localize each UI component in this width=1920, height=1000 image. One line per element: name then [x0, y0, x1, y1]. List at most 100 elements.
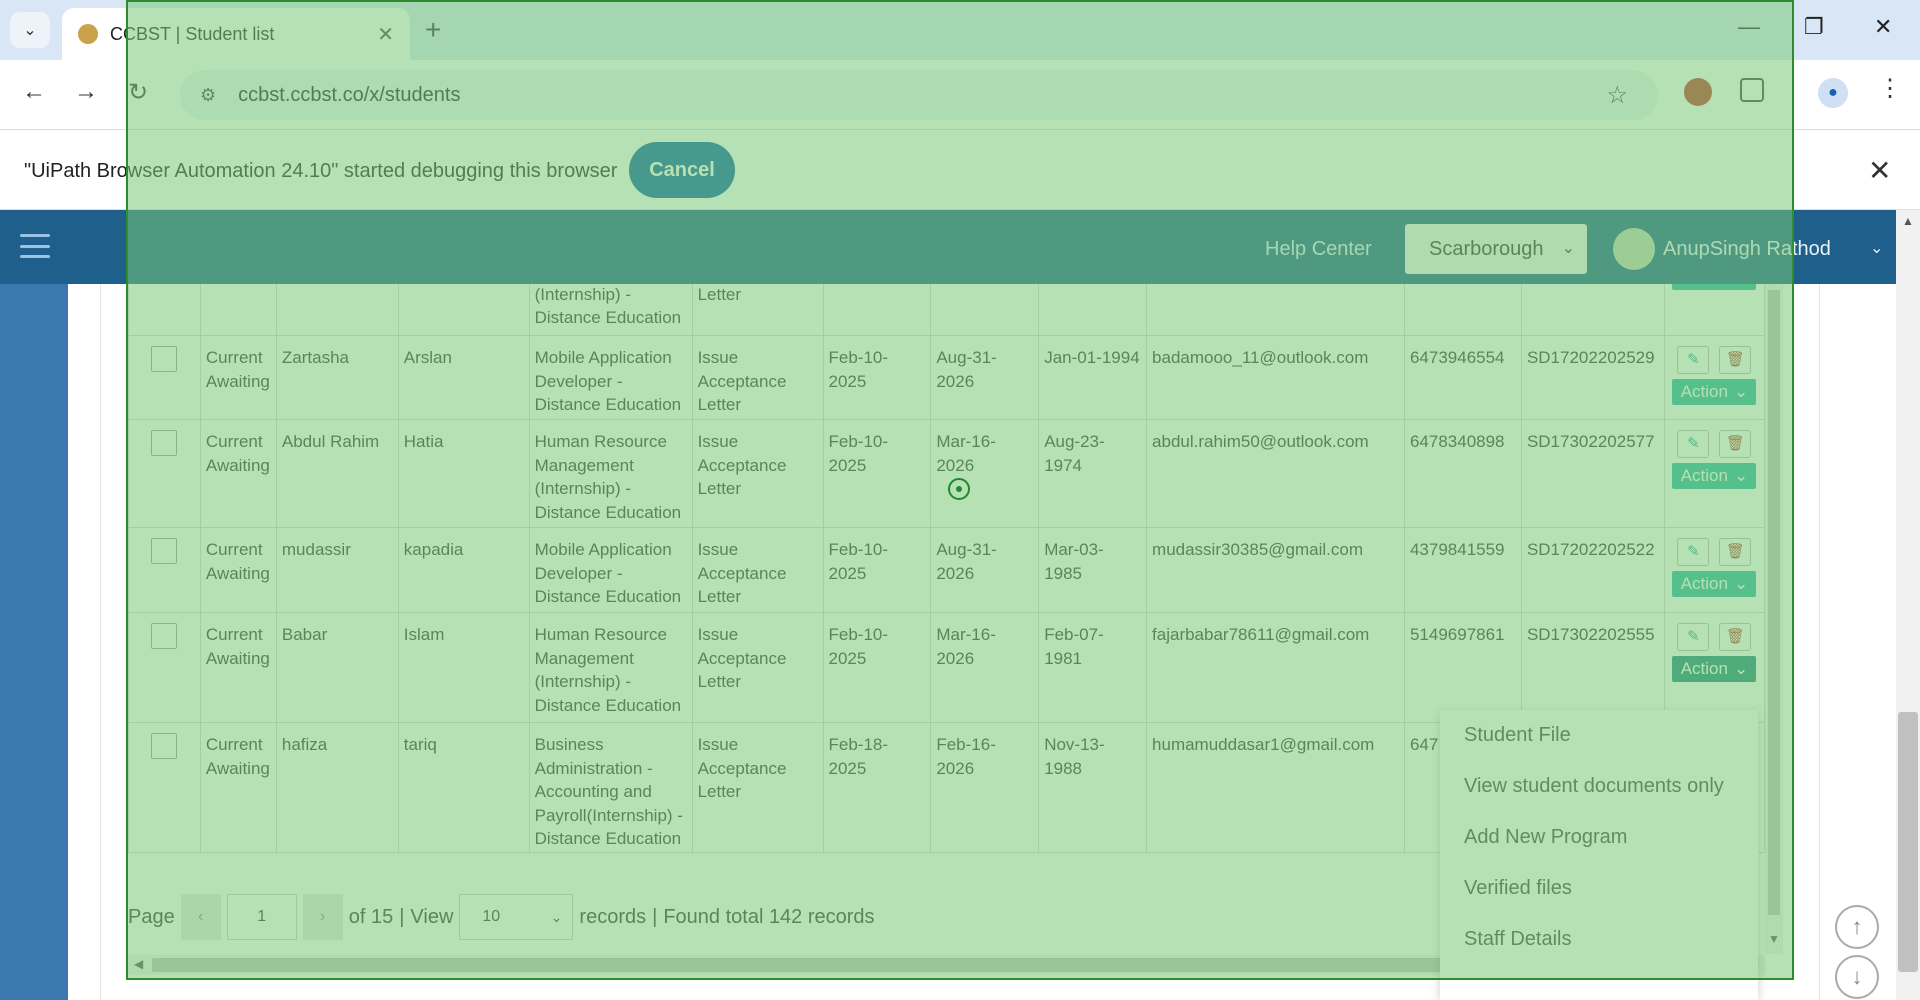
cell-email: badamooo_11@outlook.com [1146, 335, 1405, 420]
help-center-link[interactable]: Help Center [1265, 238, 1372, 261]
page-count: of 15 [348, 905, 394, 928]
target-crosshair-icon [948, 478, 970, 500]
cell-status: Current Awaiting [199, 722, 277, 853]
scroll-to-top-button[interactable]: ↑ [1835, 905, 1879, 949]
extension-stop-icon[interactable] [1684, 78, 1712, 106]
row-checkbox[interactable] [151, 623, 178, 649]
cell-start: Feb-10-2025 [822, 419, 932, 528]
user-name[interactable]: AnupSingh Rathod [1663, 238, 1831, 261]
cell-dob: Jan-01-1994 [1038, 335, 1148, 420]
table-vertical-scrollbar-thumb[interactable] [1768, 290, 1780, 915]
cell-start: Feb-10-2025 [822, 335, 932, 420]
reload-icon[interactable]: ↻ [128, 78, 148, 107]
back-icon[interactable]: ← [22, 78, 46, 106]
cell-email: fajarbabar78611@gmail.com [1146, 612, 1405, 723]
browser-tab[interactable]: CCBST | Student list ✕ [62, 8, 410, 60]
row-action-icons: ✎ 🗑 [1670, 538, 1759, 566]
edit-icon[interactable]: ✎ [1677, 346, 1710, 374]
cell-program: Management (Internship) - Distance Educa… [528, 284, 693, 336]
chevron-down-icon: ⌄ [1733, 382, 1749, 402]
forward-icon[interactable]: → [74, 78, 98, 106]
action-dropdown-button[interactable]: Action⌄ [1672, 379, 1757, 405]
browser-menu-icon[interactable]: ⋮ [1878, 74, 1902, 103]
chevron-down-icon: ⌄ [1561, 240, 1575, 257]
pagination: Page ‹ 1 › of 15 | View 10 ⌄ records | F… [128, 893, 875, 941]
page-scrollbar-thumb[interactable] [1898, 712, 1918, 972]
row-checkbox[interactable] [151, 538, 178, 564]
row-action-icons: ✎ 🗑 [1670, 623, 1759, 651]
minimize-icon[interactable]: — [1738, 14, 1760, 40]
next-page-button[interactable]: › [302, 894, 343, 940]
trash-icon[interactable]: 🗑 [1719, 623, 1752, 651]
cell-end: Mar-16-2026 [930, 419, 1040, 528]
cell-end: Aug-31-2026 [930, 527, 1040, 613]
extensions-puzzle-icon[interactable] [1740, 78, 1764, 102]
action-label: Action [1680, 659, 1728, 679]
cell-first: Abdul Rahim [275, 419, 399, 528]
cell-first: hafiza [275, 722, 399, 853]
cell-task: Issue Acceptance Letter [691, 527, 824, 613]
close-tab-icon[interactable]: ✕ [377, 22, 394, 47]
chevron-right-icon: › [320, 908, 326, 925]
browser-toolbar: ← → ↻ ⚙ ccbst.ccbst.co/x/students ☆ ● ⋮ [0, 60, 1920, 130]
hamburger-menu-icon[interactable] [20, 234, 50, 258]
cell-task: Issue Acceptance Letter [691, 612, 824, 723]
cell-end: Aug-31-2026 [930, 335, 1040, 420]
profile-icon[interactable]: ● [1818, 78, 1848, 108]
cell-sid: SD17302202577 [1520, 419, 1665, 528]
row-checkbox[interactable] [151, 346, 178, 372]
row-checkbox[interactable] [151, 430, 178, 456]
bookmark-star-icon[interactable]: ☆ [1606, 81, 1628, 110]
site-info-icon[interactable]: ⚙ [200, 85, 216, 106]
cancel-debug-button[interactable]: Cancel [629, 142, 735, 198]
user-avatar[interactable] [1613, 228, 1655, 270]
chevron-down-icon[interactable]: ⌄ [1870, 238, 1883, 258]
cell-phone: 4379841559 [1403, 527, 1522, 613]
cell-status: Current Awaiting [199, 612, 277, 723]
tab-search-button[interactable]: ⌄ [10, 12, 50, 48]
edit-icon[interactable]: ✎ [1677, 430, 1710, 458]
trash-icon[interactable]: 🗑 [1719, 430, 1752, 458]
arrow-up-icon: ↑ [1851, 914, 1863, 939]
menu-item-staff-details[interactable]: Staff Details [1440, 914, 1758, 965]
edit-icon[interactable]: ✎ [1677, 623, 1710, 651]
cell-status: Current Awaiting [199, 335, 277, 420]
menu-item-student-file[interactable]: Student File [1440, 710, 1758, 761]
close-infobar-icon[interactable]: ✕ [1868, 154, 1891, 187]
cell-dob: Aug-23-1974 [1038, 419, 1148, 528]
scroll-down-arrow-icon[interactable]: ▼ [1768, 932, 1780, 946]
cell-phone: 6473946554 [1403, 335, 1522, 420]
new-tab-button[interactable]: + [425, 14, 441, 46]
address-bar[interactable]: ⚙ ccbst.ccbst.co/x/students ☆ [180, 70, 1658, 120]
scroll-up-arrow-icon[interactable]: ▲ [1902, 214, 1914, 228]
table-row: Awaiting Management (Internship) - Distan… [128, 284, 1765, 336]
close-window-icon[interactable]: ✕ [1874, 14, 1892, 40]
divider: | [652, 905, 658, 928]
cell-program: Business Administration - Accounting and… [528, 722, 693, 853]
trash-icon[interactable]: 🗑 [1719, 346, 1752, 374]
row-checkbox[interactable] [151, 733, 178, 759]
cell-last: Hatia [397, 419, 530, 528]
menu-item-add-program[interactable]: Add New Program [1440, 812, 1758, 863]
scroll-left-arrow-icon[interactable]: ◀ [134, 957, 143, 971]
page-number-input[interactable]: 1 [226, 894, 297, 940]
menu-item-view-documents[interactable]: View student documents only [1440, 761, 1758, 812]
debug-infobar: "UiPath Browser Automation 24.10" starte… [0, 130, 1920, 210]
edit-icon[interactable]: ✎ [1677, 538, 1710, 566]
cell-task: Acceptance Letter [691, 284, 824, 336]
app-header: Help Center Scarborough ⌄ AnupSingh Rath… [0, 210, 1896, 284]
action-dropdown-button[interactable]: Action⌄ [1672, 571, 1757, 597]
cell-first: Zartasha [275, 335, 399, 420]
restore-icon[interactable]: ❐ [1804, 14, 1824, 40]
records-per-page-select[interactable]: 10 ⌄ [459, 894, 574, 940]
action-dropdown-button[interactable]: Action⌄ [1672, 656, 1757, 682]
action-dropdown-button[interactable]: Action⌄ [1672, 284, 1757, 290]
menu-item-verified-files[interactable]: Verified files [1440, 863, 1758, 914]
action-dropdown-button[interactable]: Action⌄ [1672, 463, 1757, 489]
campus-select[interactable]: Scarborough ⌄ [1405, 224, 1587, 274]
cell-task: Issue Acceptance Letter [691, 419, 824, 528]
cell-program: Mobile Application Developer - Distance … [528, 527, 693, 613]
scroll-to-bottom-button[interactable]: ↓ [1835, 955, 1879, 999]
prev-page-button[interactable]: ‹ [180, 894, 221, 940]
trash-icon[interactable]: 🗑 [1719, 538, 1752, 566]
